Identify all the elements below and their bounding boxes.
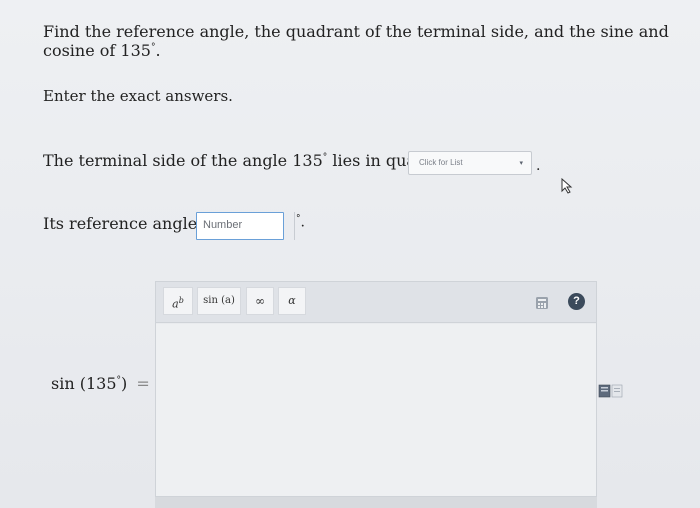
question-text: Find the reference angle, the quadrant o… (43, 22, 669, 60)
editor-bottom-bar (155, 497, 597, 508)
math-input-area[interactable] (156, 324, 596, 496)
math-editor[interactable]: ab sin (a) ∞ α ? (155, 281, 597, 497)
calculator-icon[interactable] (535, 295, 549, 314)
document-icon[interactable] (598, 383, 624, 403)
reference-angle-suffix: °. (296, 214, 305, 231)
input-divider (288, 212, 295, 240)
reference-angle-input[interactable]: Number (196, 212, 284, 240)
infinity-button[interactable]: ∞ (246, 287, 274, 315)
chevron-down-icon: ▾ (519, 160, 523, 167)
math-toolbar: ab sin (a) ∞ α ? (156, 282, 596, 323)
alpha-button[interactable]: α (278, 287, 306, 315)
sine-label: sin (135°) = (51, 374, 150, 393)
quadrant-dropdown-placeholder: Click for List (419, 158, 463, 167)
help-icon[interactable]: ? (568, 293, 585, 310)
quadrant-period: . (536, 158, 541, 174)
quadrant-dropdown[interactable]: Click for List ▾ (408, 151, 532, 175)
instruction-text: Enter the exact answers. (43, 87, 233, 105)
sin-button[interactable]: sin (a) (197, 287, 241, 315)
quadrant-statement: The terminal side of the angle 135° lies… (43, 151, 461, 170)
power-button[interactable]: ab (163, 287, 193, 315)
reference-angle-label: Its reference angle is (43, 214, 216, 233)
cursor-icon (560, 177, 574, 198)
